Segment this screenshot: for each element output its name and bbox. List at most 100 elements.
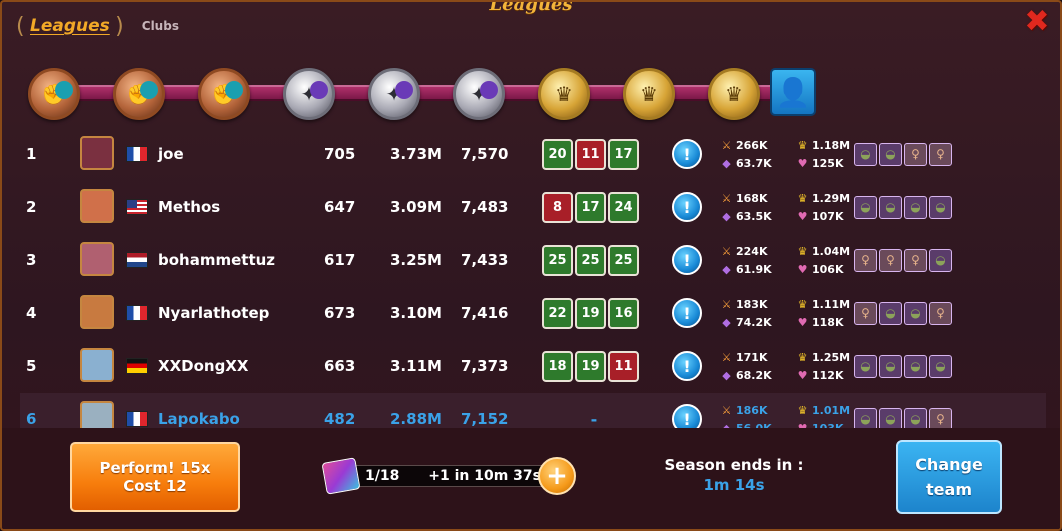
ego-value: 1.04M: [812, 244, 851, 258]
avatar[interactable]: [80, 295, 114, 329]
ego-value: 1.01M: [812, 403, 851, 417]
bronze-league-badge-icon: ✊: [198, 68, 250, 120]
player-points: 7,152: [461, 410, 509, 428]
team-girl-icon: ◒: [879, 407, 902, 428]
player-points: 7,373: [461, 357, 509, 375]
gold-league-badge-icon: ♛: [623, 68, 675, 120]
bronze-league-badge-icon: ✊: [28, 68, 80, 120]
season-timer: Season ends in : 1m 14s: [652, 456, 816, 494]
attack-value: 224K: [736, 244, 768, 258]
player-level: 617: [324, 251, 356, 269]
fight-result-win: 19: [575, 350, 606, 382]
player-name[interactable]: Lapokabo: [158, 393, 318, 428]
player-stats: ⚔ 168K ♛ 1.29M ◆ 63.5K ♥ 107K: [720, 181, 851, 233]
player-name[interactable]: Methos: [158, 181, 318, 233]
fight-results: 18 19 11: [542, 340, 646, 392]
flag-us-icon: [126, 199, 148, 215]
player-stats: ⚔ 171K ♛ 1.25M ◆ 68.2K ♥ 112K: [720, 340, 851, 392]
leagues-window: Leagues ✖ Leagues Clubs ✊ ✊ ✊ ✦ ✦ ✦ ♛ ♛ ♛ 👤 1 joe…: [0, 0, 1062, 531]
perform-button[interactable]: Perform! 15x Cost 12: [70, 442, 240, 512]
change-team-label-1: Change: [915, 455, 983, 474]
attack-value: 186K: [736, 403, 768, 417]
avatar[interactable]: [80, 189, 114, 223]
team-girl-icon: ♀: [854, 248, 877, 272]
close-icon[interactable]: ✖: [1022, 7, 1052, 38]
info-button[interactable]: !: [672, 192, 702, 222]
fight-result-win: 22: [542, 297, 573, 329]
season-countdown: 1m 14s: [703, 476, 765, 494]
rank: 4: [26, 304, 37, 322]
harmony-value: 125K: [812, 156, 844, 170]
tab-leagues[interactable]: Leagues: [16, 14, 124, 39]
player-level: 647: [324, 198, 356, 216]
team-girl-icon: ♀: [929, 407, 952, 428]
table-row[interactable]: 2 Methos 647 3.09M 7,483 8 17 24! ⚔ 168K ♛ 1.29M ◆ 63…: [20, 181, 1046, 233]
player-team: ◒ ◒ ◒ ◒: [854, 181, 954, 233]
gem-icon: [480, 81, 498, 99]
info-button[interactable]: !: [672, 245, 702, 275]
avatar[interactable]: [80, 242, 114, 276]
team-girl-icon: ◒: [929, 354, 952, 378]
team-girl-icon: ◒: [879, 195, 902, 219]
fight-results: 8 17 24: [542, 181, 646, 233]
fight-results: -: [542, 393, 646, 429]
team-girl-icon: ◒: [854, 407, 877, 428]
info-button[interactable]: !: [672, 139, 702, 169]
table-row[interactable]: 4 Nyarlathotep 673 3.10M 7,416 22 19 16! ⚔ 183K ♛ 1…: [20, 287, 1046, 339]
info-button[interactable]: !: [672, 298, 702, 328]
change-team-button[interactable]: Change team: [896, 440, 1002, 514]
table-row[interactable]: 1 joe 705 3.73M 7,570 20 11 17! ⚔ 266K ♛ 1.18M ◆ 63.7…: [20, 128, 1046, 180]
player-points: 7,483: [461, 198, 509, 216]
player-name[interactable]: bohammettuz: [158, 234, 318, 286]
fight-result-win: 25: [575, 244, 606, 276]
gold-league-badge-icon: ♛: [708, 68, 760, 120]
add-tickets-button[interactable]: +: [538, 457, 576, 495]
flag-fr-icon: [126, 305, 148, 321]
league-progress-bar: ✊ ✊ ✊ ✦ ✦ ✦ ♛ ♛ ♛ 👤: [28, 66, 818, 122]
no-results: -: [590, 409, 598, 429]
gem-icon: [395, 81, 413, 99]
player-power: 2.88M: [390, 410, 442, 428]
perform-button-label: Perform! 15x: [99, 459, 211, 477]
team-girl-icon: ◒: [854, 142, 877, 166]
avatar[interactable]: [80, 401, 114, 428]
player-level: 482: [324, 410, 356, 428]
avatar[interactable]: [80, 348, 114, 382]
team-girl-icon: ◒: [879, 301, 902, 325]
defense-value: 61.9K: [736, 262, 772, 276]
team-girl-icon: ◒: [854, 195, 877, 219]
player-team: ◒ ◒ ◒ ♀: [854, 393, 954, 428]
team-girl-icon: ◒: [879, 142, 902, 166]
team-girl-icon: ♀: [929, 301, 952, 325]
defense-value: 68.2K: [736, 368, 772, 382]
rank: 3: [26, 251, 37, 269]
attack-icon: ⚔: [721, 403, 732, 417]
attack-icon: ⚔: [721, 191, 732, 205]
flag-de-icon: [126, 358, 148, 374]
tab-clubs[interactable]: Clubs: [142, 19, 179, 33]
harmony-icon: ♥: [797, 209, 808, 223]
fight-result-win: 19: [575, 297, 606, 329]
player-name[interactable]: Nyarlathotep: [158, 287, 318, 339]
fight-result-loss: 8: [542, 191, 573, 223]
girl-silhouette-icon[interactable]: 👤: [770, 68, 816, 116]
info-button[interactable]: !: [672, 404, 702, 428]
table-row[interactable]: 6 Lapokabo 482 2.88M 7,152-! ⚔ 186K ♛ 1.01M ◆ 56.0…: [20, 393, 1046, 428]
player-points: 7,570: [461, 145, 509, 163]
table-row[interactable]: 5 XXDongXX 663 3.11M 7,373 18 19 11! ⚔ 171K ♛ 1.25M…: [20, 340, 1046, 392]
player-name[interactable]: joe: [158, 128, 318, 180]
ego-value: 1.18M: [812, 138, 851, 152]
avatar[interactable]: [80, 136, 114, 170]
ego-icon: ♛: [797, 403, 808, 417]
player-power: 3.10M: [390, 304, 442, 322]
ticket-count: 1/18: [365, 468, 400, 484]
team-girl-icon: ♀: [904, 248, 927, 272]
info-button[interactable]: !: [672, 351, 702, 381]
ego-icon: ♛: [797, 350, 808, 364]
team-girl-icon: ◒: [904, 354, 927, 378]
team-girl-icon: ◒: [904, 407, 927, 428]
harmony-value: 112K: [812, 368, 844, 382]
player-name[interactable]: XXDongXX: [158, 340, 318, 392]
table-row[interactable]: 3 bohammettuz 617 3.25M 7,433 25 25 25! ⚔ 224K ♛ 1.…: [20, 234, 1046, 286]
ego-value: 1.29M: [812, 191, 851, 205]
